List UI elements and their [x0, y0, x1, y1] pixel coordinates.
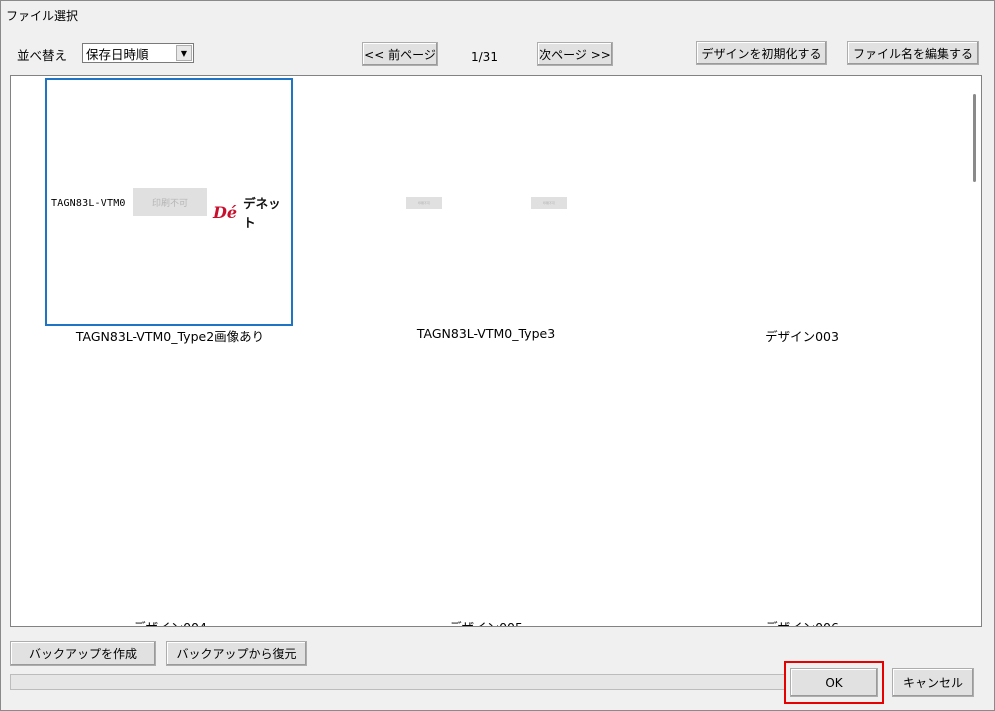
brand-logo: Dé デネット	[213, 193, 291, 231]
prev-page-button[interactable]: << 前ページ	[362, 42, 438, 66]
design-label-1[interactable]: TAGN83L-VTM0_Type2画像あり	[11, 326, 330, 345]
thumbnail-print-area: 印刷不可	[406, 197, 442, 209]
ok-highlight-box	[784, 661, 884, 704]
create-backup-button[interactable]: バックアップを作成	[10, 641, 156, 666]
sort-order-dropdown[interactable]: 保存日時順 ▼	[82, 43, 194, 63]
thumbnail-preview: TAGN83L-VTM0 印刷不可 Dé デネット	[47, 80, 291, 324]
reset-design-button[interactable]: デザインを初期化する	[696, 41, 827, 65]
design-label-5[interactable]: デザイン005	[326, 617, 646, 626]
thumbnail-print-area: 印刷不可	[133, 188, 207, 216]
design-label-4[interactable]: デザイン004	[11, 617, 330, 626]
brand-name: デネット	[243, 196, 281, 230]
file-select-dialog: ファイル選択 並べ替え 保存日時順 ▼ << 前ページ 1/31 次ページ >>…	[0, 0, 995, 711]
thumbnail-product-code: TAGN83L-VTM0	[51, 198, 126, 209]
sort-order-value: 保存日時順	[86, 46, 149, 62]
design-label-6[interactable]: デザイン006	[642, 617, 962, 626]
window-title: ファイル選択	[6, 9, 79, 23]
cancel-button[interactable]: キャンセル	[892, 668, 974, 697]
restore-backup-button[interactable]: バックアップから復元	[166, 641, 307, 666]
vertical-scrollbar[interactable]	[967, 76, 981, 626]
design-label-3[interactable]: デザイン003	[642, 326, 962, 345]
page-indicator: 1/31	[471, 50, 498, 64]
progress-bar	[10, 674, 786, 690]
design-thumbnail-5[interactable]	[362, 370, 610, 618]
dropdown-arrow-icon[interactable]: ▼	[176, 45, 192, 61]
design-thumbnail-1[interactable]: TAGN83L-VTM0 印刷不可 Dé デネット	[45, 78, 293, 326]
design-thumbnail-4[interactable]	[45, 370, 293, 618]
brand-logo-mark: Dé	[213, 202, 238, 222]
sort-label: 並べ替え	[17, 48, 68, 63]
scrollbar-thumb[interactable]	[973, 94, 976, 182]
edit-filename-button[interactable]: ファイル名を編集する	[847, 41, 979, 65]
thumbnail-print-area: 印刷不可	[531, 197, 567, 209]
design-thumbnail-3[interactable]	[678, 78, 926, 326]
design-label-2[interactable]: TAGN83L-VTM0_Type3	[326, 326, 646, 341]
design-thumbnail-2[interactable]: 印刷不可 印刷不可	[362, 78, 610, 326]
next-page-button[interactable]: 次ページ >>	[537, 42, 613, 66]
design-grid: TAGN83L-VTM0 印刷不可 Dé デネット TAGN83L-VTM0_T…	[10, 75, 982, 627]
design-thumbnail-6[interactable]	[678, 370, 926, 618]
title-bar: ファイル選択	[1, 1, 994, 29]
